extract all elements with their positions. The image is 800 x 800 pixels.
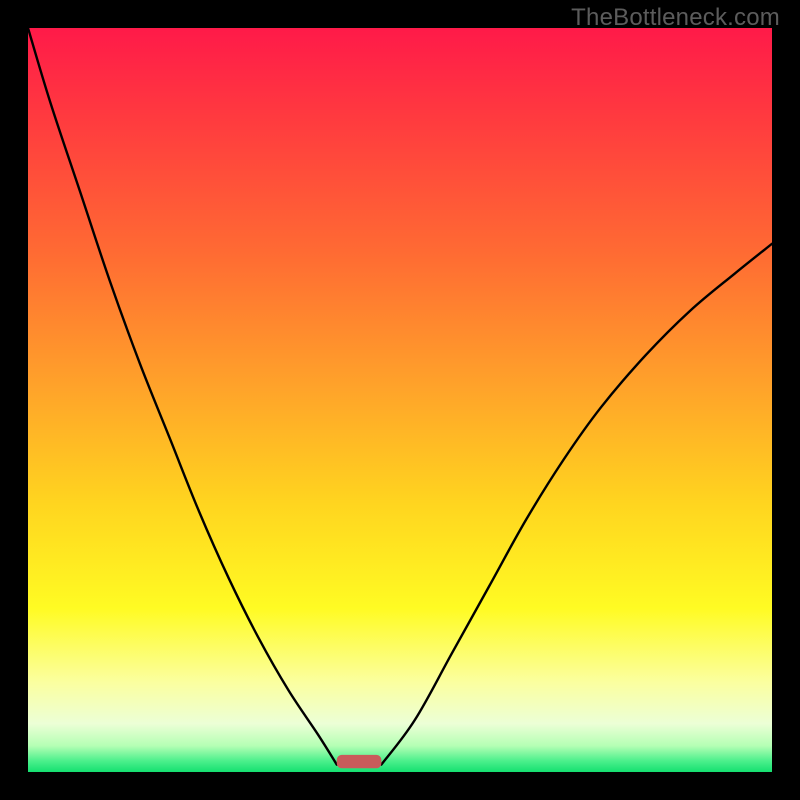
curve-right-branch bbox=[381, 244, 772, 765]
chart-frame: TheBottleneck.com bbox=[0, 0, 800, 800]
plot-area bbox=[28, 28, 772, 772]
curve-left-branch bbox=[28, 28, 337, 765]
optimum-marker bbox=[337, 755, 382, 768]
curve-layer bbox=[28, 28, 772, 772]
